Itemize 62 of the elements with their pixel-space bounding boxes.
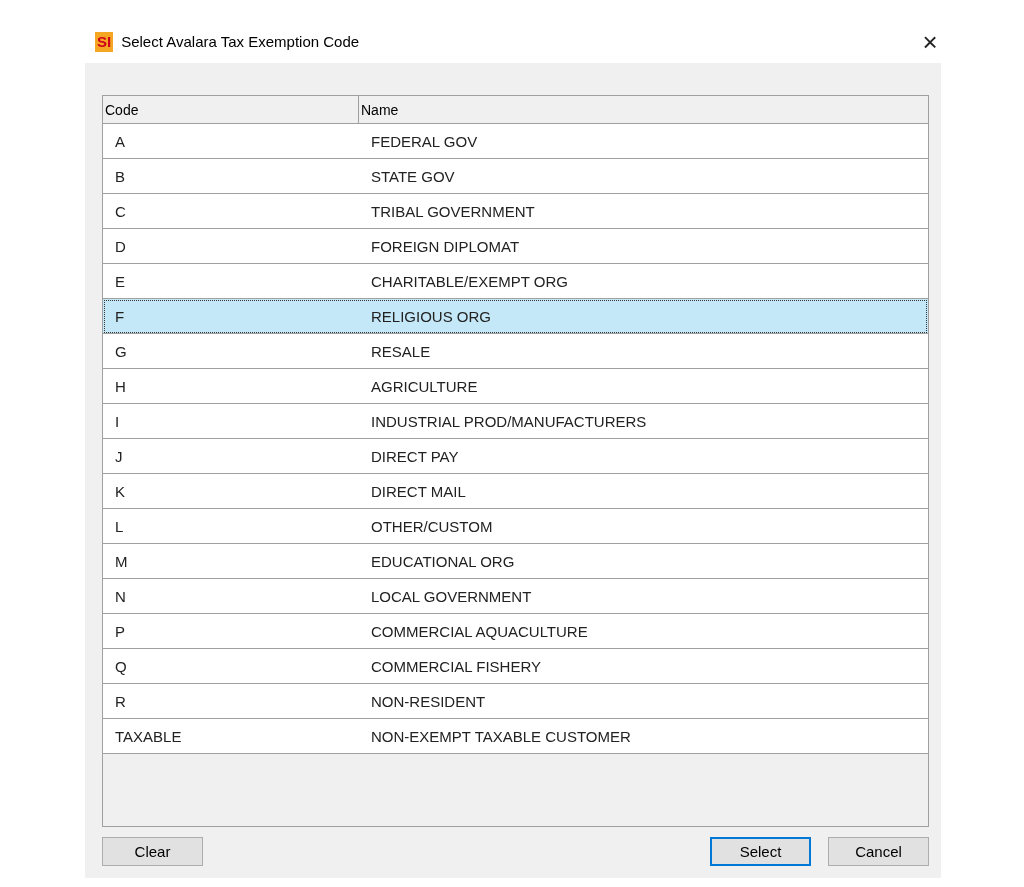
code-cell-text: TAXABLE (114, 726, 183, 747)
table-row[interactable]: P COMMERCIAL AQUACULTURE (103, 614, 928, 649)
code-cell-text: E (114, 271, 126, 292)
name-cell-text: EDUCATIONAL ORG (370, 551, 516, 572)
code-cell-text: F (114, 306, 126, 327)
close-button[interactable]: × (915, 26, 945, 57)
dialog-button[interactable]: Cancel (828, 837, 929, 866)
name-cell-text: OTHER/CUSTOM (370, 516, 494, 537)
name-cell-text: CHARITABLE/EXEMPT ORG (370, 271, 569, 292)
table-row[interactable]: A FEDERAL GOV (103, 124, 928, 159)
code-cell-text: G (114, 341, 128, 362)
name-cell-text: RELIGIOUS ORG (370, 306, 493, 327)
name-cell-text: INDUSTRIAL PROD/MANUFACTURERS (370, 411, 648, 432)
app-logo: SI (95, 31, 114, 52)
code-cell-text: R (114, 691, 127, 712)
table-row[interactable]: G RESALE (103, 334, 928, 369)
name-cell-text: RESALE (370, 341, 432, 362)
code-cell-text: I (114, 411, 121, 432)
table-row[interactable]: B STATE GOV (103, 159, 928, 194)
code-cell-text: H (114, 376, 127, 397)
table-row[interactable]: J DIRECT PAY (103, 439, 928, 474)
name-cell-text: AGRICULTURE (370, 376, 479, 397)
code-cell-text: J (114, 446, 124, 467)
code-cell-text: P (114, 621, 126, 642)
table-row[interactable]: Q COMMERCIAL FISHERY (103, 649, 928, 684)
window-title: Select Avalara Tax Exemption Code (121, 33, 360, 50)
name-cell-text: STATE GOV (370, 166, 456, 187)
name-cell-text: DIRECT PAY (370, 446, 460, 467)
code-cell-text: D (114, 236, 127, 257)
name-cell-text: LOCAL GOVERNMENT (370, 586, 533, 607)
table-row[interactable]: M EDUCATIONAL ORG (103, 544, 928, 579)
dialog-button[interactable]: Select (710, 837, 811, 866)
table-row[interactable]: TAXABLE NON-EXEMPT TAXABLE CUSTOMER (103, 719, 928, 754)
dialog-button[interactable]: Clear (102, 837, 203, 866)
name-cell-text: FEDERAL GOV (370, 131, 479, 152)
code-cell-text: C (114, 201, 127, 222)
name-cell-text: TRIBAL GOVERNMENT (370, 201, 536, 222)
code-cell-text: K (114, 481, 126, 502)
code-cell-text: A (114, 131, 126, 152)
table-row[interactable]: L OTHER/CUSTOM (103, 509, 928, 544)
column-header[interactable]: Name (359, 96, 928, 123)
table-row[interactable]: R NON-RESIDENT (103, 684, 928, 719)
table-row[interactable]: N LOCAL GOVERNMENT (103, 579, 928, 614)
column-header[interactable]: Code (103, 96, 359, 123)
table-row[interactable]: K DIRECT MAIL (103, 474, 928, 509)
code-cell-text: L (114, 516, 125, 537)
table-row[interactable]: E CHARITABLE/EXEMPT ORG (103, 264, 928, 299)
table-row[interactable]: C TRIBAL GOVERNMENT (103, 194, 928, 229)
code-cell-text: B (114, 166, 126, 187)
code-cell-text: Q (114, 656, 128, 677)
table-row[interactable]: H AGRICULTURE (103, 369, 928, 404)
name-cell-text: NON-EXEMPT TAXABLE CUSTOMER (370, 726, 632, 747)
code-cell-text: N (114, 586, 127, 607)
name-cell-text: COMMERCIAL AQUACULTURE (370, 621, 589, 642)
table-row[interactable]: D FOREIGN DIPLOMAT (103, 229, 928, 264)
table-row[interactable]: I INDUSTRIAL PROD/MANUFACTURERS (103, 404, 928, 439)
code-cell-text: M (114, 551, 129, 572)
name-cell-text: COMMERCIAL FISHERY (370, 656, 543, 677)
name-cell-text: FOREIGN DIPLOMAT (370, 236, 521, 257)
name-cell-text: NON-RESIDENT (370, 691, 487, 712)
table-row[interactable]: F RELIGIOUS ORG (103, 299, 928, 334)
name-cell-text: DIRECT MAIL (370, 481, 467, 502)
